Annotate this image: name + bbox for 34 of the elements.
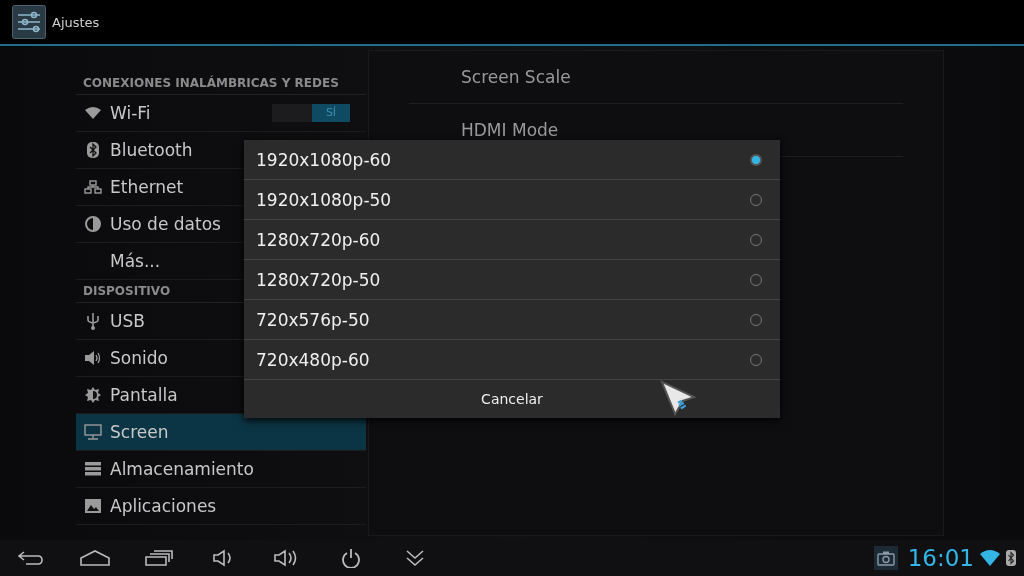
option-item[interactable]: 1920x1080p-50 [244, 180, 780, 220]
app-title: Ajustes [52, 14, 100, 30]
clock: 16:01 [907, 545, 974, 571]
storage-icon [85, 462, 101, 476]
speaker-icon [84, 350, 102, 366]
pie-icon [85, 216, 101, 232]
image-icon [85, 499, 101, 513]
home-icon[interactable] [80, 548, 110, 568]
brightness-icon [85, 387, 101, 403]
option-item[interactable]: 1280x720p-60 [244, 220, 780, 260]
bluetooth-icon [1006, 550, 1016, 566]
wifi-icon [980, 550, 1000, 566]
option-item[interactable]: 1920x1080p-60 [244, 140, 780, 180]
cancel-button[interactable]: Cancelar [244, 380, 780, 418]
bluetooth-icon [87, 142, 99, 158]
recent-apps-icon[interactable] [144, 548, 174, 568]
back-icon[interactable] [16, 548, 46, 568]
network-icon [84, 180, 102, 194]
setting-title[interactable]: Screen Scale [461, 67, 571, 87]
settings-item[interactable]: Wi-Fi SÍ [76, 95, 366, 132]
settings-item[interactable]: Aplicaciones [76, 488, 366, 525]
settings-item[interactable]: Almacenamiento [76, 451, 366, 488]
radio-button[interactable] [750, 153, 762, 166]
mouse-pointer-icon [660, 380, 696, 416]
settings-icon[interactable] [12, 5, 46, 39]
wifi-icon [85, 107, 101, 119]
usb-icon [86, 312, 100, 330]
camera-icon[interactable] [873, 546, 898, 570]
settings-item[interactable]: Screen [76, 414, 366, 451]
section-header: CONEXIONES INALÁMBRICAS Y REDES [76, 72, 366, 95]
setting-title[interactable]: HDMI Mode [461, 120, 559, 140]
option-item[interactable]: 720x576p-50 [244, 300, 780, 340]
option-item[interactable]: 1280x720p-50 [244, 260, 780, 300]
monitor-icon [84, 424, 102, 440]
